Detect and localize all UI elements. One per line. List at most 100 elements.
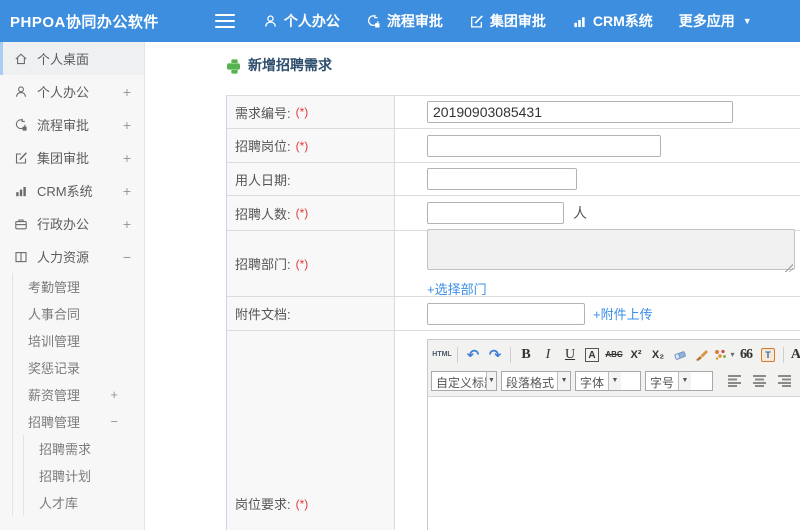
sidebar-item-human-resources[interactable]: 人力资源 − [0, 240, 144, 273]
italic-button[interactable]: I [537, 344, 559, 365]
redo-icon[interactable]: ↷ [484, 344, 506, 365]
paragraph-format-select[interactable]: 段落格式 ▼ [501, 370, 571, 391]
sidebar-item-recruitment[interactable]: 招聘管理 − [13, 408, 144, 435]
bold-button[interactable]: B [515, 344, 537, 365]
align-center-icon[interactable] [748, 370, 770, 391]
sidebar-item-attendance[interactable]: 考勤管理 [13, 273, 144, 300]
top-nav: 个人办公 流程审批 集团审批 CRM系统 更多应用 ▼ [263, 11, 778, 31]
nav-workflow-approval[interactable]: 流程审批 [366, 11, 443, 31]
font-size-select[interactable]: 字号 ▼ [645, 370, 713, 391]
html-source-button[interactable]: HTML [431, 344, 453, 365]
sidebar-item-group-approval[interactable]: 集团审批 + [0, 141, 144, 174]
font-style-button[interactable]: A [585, 347, 599, 362]
expand-plus-icon: + [122, 116, 131, 133]
nav-more-apps[interactable]: 更多应用 ▼ [679, 11, 752, 31]
chart-icon [574, 16, 585, 27]
underline-button[interactable]: U [559, 344, 581, 365]
form-row-dept: 招聘部门: (*) +选择部门 [227, 229, 800, 298]
select-dept-link[interactable]: +选择部门 [427, 279, 487, 298]
sidebar-item-recruit-plan[interactable]: 招聘计划 [24, 462, 144, 489]
sidebar-item-salary[interactable]: 薪资管理 + [13, 381, 144, 408]
collapse-minus-icon: − [122, 248, 131, 265]
sidebar-item-hr-contract[interactable]: 人事合同 [13, 300, 144, 327]
form-row-post: 招聘岗位: (*) [227, 129, 800, 163]
sidebar-item-recruit-demand[interactable]: 招聘需求 [24, 435, 144, 462]
sidebar-item-training[interactable]: 培训管理 [13, 327, 144, 354]
nav-crm-system[interactable]: CRM系统 [572, 11, 653, 31]
app-logo: PHPOA协同办公软件 [10, 13, 159, 31]
field-label: 需求编号: [235, 105, 291, 121]
attachment-input[interactable] [427, 302, 585, 325]
recruit-demand-form: 需求编号: (*) 招聘岗位: (*) [226, 95, 800, 530]
sidebar-item-crm-system[interactable]: CRM系统 + [0, 174, 144, 207]
editor-content-area[interactable] [428, 397, 800, 530]
color-palette-icon[interactable]: ▾ [713, 344, 735, 365]
editor-toolbar: HTML ↶ ↷ B I U A ABC X² X₂ ▾ 66 T A 自定义标… [428, 340, 800, 397]
user-icon [264, 14, 276, 27]
required-mark: (*) [295, 138, 309, 153]
dept-textarea[interactable] [427, 229, 795, 270]
briefcase-icon [15, 218, 27, 229]
align-left-icon[interactable] [723, 370, 745, 391]
add-icon [227, 58, 240, 74]
sidebar-item-administration[interactable]: 行政办公 + [0, 207, 144, 240]
expand-plus-icon: + [122, 83, 131, 100]
sidebar-item-workflow-approval[interactable]: 流程审批 + [0, 108, 144, 141]
count-input[interactable] [427, 202, 564, 224]
nav-personal-office[interactable]: 个人办公 [263, 11, 340, 31]
required-mark: (*) [295, 256, 309, 271]
caret-down-icon: ▼ [678, 371, 692, 390]
font-family-select[interactable]: 字体 ▼ [575, 370, 641, 391]
heading-select[interactable]: 自定义标题 ▼ [431, 370, 497, 391]
rich-text-editor: HTML ↶ ↷ B I U A ABC X² X₂ ▾ 66 T A 自定义标… [427, 339, 800, 530]
blockquote-button[interactable]: 66 [735, 344, 757, 365]
sidebar-item-talent-pool[interactable]: 人才库 [24, 489, 144, 516]
post-input[interactable] [427, 134, 661, 157]
main-content: 新增招聘需求 需求编号: (*) 招聘岗位: (*) [145, 42, 800, 530]
workflow-icon [367, 14, 380, 27]
req-no-input[interactable] [427, 101, 733, 123]
format-brush-icon[interactable] [691, 344, 713, 365]
align-right-icon[interactable] [773, 370, 795, 391]
caret-down-icon: ▼ [485, 371, 496, 390]
caret-down-icon: ▼ [608, 371, 622, 390]
required-mark: (*) [295, 206, 309, 220]
undo-icon[interactable]: ↶ [462, 344, 484, 365]
form-row-attachment: 附件文档: +附件上传 [227, 297, 800, 331]
expand-plus-icon: + [110, 387, 118, 402]
field-label: 招聘人数: [235, 206, 291, 222]
sidebar: 个人桌面 个人办公 + 流程审批 + 集团审批 + CRM系统 + 行政办公 +… [0, 42, 145, 530]
form-row-req-no: 需求编号: (*) [227, 96, 800, 129]
page-title: 新增招聘需求 [227, 55, 800, 75]
menu-toggle-icon[interactable] [214, 14, 235, 28]
field-label: 招聘部门: [235, 257, 291, 272]
expand-plus-icon: + [122, 182, 131, 199]
form-row-count: 招聘人数: (*) 人 [227, 196, 800, 231]
attachment-upload-link[interactable]: +附件上传 [593, 304, 653, 323]
form-row-requirement: 岗位要求: (*) HTML ↶ ↷ B I U A ABC X² X₂ ▾ 6… [227, 331, 800, 530]
hr-submenu: 考勤管理 人事合同 培训管理 奖惩记录 薪资管理 + 招聘管理 − 招聘需求 招聘计… [12, 273, 144, 516]
eraser-icon[interactable] [669, 344, 691, 365]
sidebar-item-rewards[interactable]: 奖惩记录 [13, 354, 144, 381]
sidebar-item-personal-office[interactable]: 个人办公 + [0, 75, 144, 108]
form-row-date: 用人日期: [227, 163, 800, 196]
caret-down-icon: ▾ [730, 350, 735, 359]
recruitment-submenu: 招聘需求 招聘计划 人才库 [23, 435, 144, 516]
count-unit-label: 人 [573, 205, 587, 221]
caret-down-icon: ▼ [742, 16, 752, 26]
paste-icon[interactable]: T [761, 347, 775, 362]
user-icon [16, 85, 26, 97]
caret-down-icon: ▼ [557, 371, 570, 390]
superscript-button[interactable]: X² [625, 344, 647, 365]
font-color-button[interactable]: A ▾ [788, 344, 800, 365]
required-mark: (*) [295, 105, 309, 119]
workflow-icon [15, 118, 27, 131]
nav-group-approval[interactable]: 集团审批 [469, 11, 546, 31]
top-bar: PHPOA协同办公软件 个人办公 流程审批 集团审批 CRM系统 更多应用 ▼ [0, 0, 800, 42]
date-input[interactable] [427, 168, 577, 190]
resize-grip-icon[interactable] [784, 263, 793, 272]
edit-icon [15, 151, 27, 164]
strikethrough-button[interactable]: ABC [603, 344, 625, 365]
subscript-button[interactable]: X₂ [647, 344, 669, 365]
sidebar-item-desktop[interactable]: 个人桌面 [0, 42, 144, 75]
